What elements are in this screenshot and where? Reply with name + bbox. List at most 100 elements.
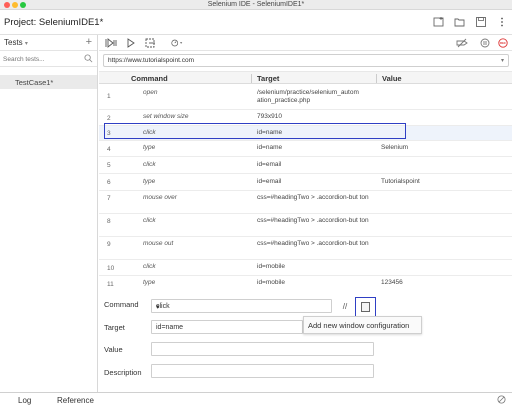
- command-input[interactable]: click ▾: [151, 299, 332, 313]
- table-row[interactable]: 8 click css=#headingTwo > .accordion-but…: [99, 214, 512, 237]
- table-row[interactable]: 4 type id=name Selenium: [99, 141, 512, 157]
- chevron-down-icon[interactable]: ▾: [501, 57, 504, 64]
- row-target: css=#headingTwo > .accordion-but ton: [257, 217, 369, 224]
- row-number: 11: [107, 281, 114, 288]
- command-label: Command: [104, 300, 139, 309]
- row-number: 2: [107, 115, 111, 122]
- app-header: Project: SeleniumIDE1*: [0, 10, 512, 35]
- save-project-icon[interactable]: [475, 16, 487, 28]
- open-project-icon[interactable]: [454, 16, 466, 28]
- chevron-down-icon: ▾: [24, 41, 28, 47]
- description-label: Description: [104, 368, 142, 377]
- clear-log-icon[interactable]: [497, 395, 506, 404]
- tests-header: Tests ▾ +: [0, 35, 97, 51]
- row-command: mouse over: [143, 194, 177, 201]
- table-row[interactable]: 5 click id=email: [99, 157, 512, 174]
- window-title: Selenium IDE - SeleniumIDE1*: [207, 1, 305, 8]
- svg-text:REC: REC: [500, 41, 506, 45]
- tests-dropdown[interactable]: Tests ▾: [4, 38, 28, 47]
- search-icon: [84, 54, 93, 63]
- speed-icon[interactable]: [171, 38, 183, 48]
- tests-dropdown-label: Tests: [4, 38, 23, 47]
- bottom-panel-tabs: Log Reference: [0, 392, 512, 406]
- row-target: id=mobile: [257, 263, 286, 270]
- column-header-value: Value: [382, 74, 402, 83]
- table-row[interactable]: 6 type id=email Tutorialspoint: [99, 174, 512, 191]
- column-divider: [251, 74, 252, 83]
- row-target: 793x910: [257, 113, 282, 120]
- row-target: id=name: [257, 144, 283, 151]
- row-value: Selenium: [381, 144, 409, 151]
- table-row[interactable]: 11 type id=mobile 123456: [99, 276, 512, 288]
- add-test-button[interactable]: +: [86, 36, 92, 48]
- value-label: Value: [104, 345, 123, 354]
- row-command: type: [143, 178, 156, 185]
- search-tests-input[interactable]: [3, 54, 81, 64]
- table-row[interactable]: 1 open /selenium/practice/selenium_autom…: [99, 85, 512, 110]
- tab-reference[interactable]: Reference: [57, 396, 94, 405]
- more-vert-icon[interactable]: [496, 16, 508, 28]
- run-icon[interactable]: [125, 38, 137, 48]
- tab-log[interactable]: Log: [18, 396, 31, 405]
- table-row[interactable]: 9 mouse out css=#headingTwo > .accordion…: [99, 237, 512, 260]
- pause-icon[interactable]: [479, 38, 491, 48]
- test-case-item[interactable]: TestCase1*: [0, 75, 97, 89]
- row-command: type: [143, 144, 156, 151]
- base-url-field[interactable]: https://www.tutorialspoint.com ▾: [103, 54, 509, 67]
- row-number: 9: [107, 241, 111, 248]
- row-command: set window size: [143, 113, 189, 120]
- window-config-icon: [361, 302, 370, 312]
- row-target: /selenium/practice/selenium_autom ation_…: [257, 89, 359, 104]
- row-number: 10: [107, 265, 115, 272]
- run-all-icon[interactable]: [105, 38, 117, 48]
- comment-toggle-button[interactable]: //: [339, 301, 351, 313]
- new-window-config-button[interactable]: [355, 297, 376, 317]
- table-row[interactable]: 7 mouse over css=#headingTwo > .accordio…: [99, 191, 512, 214]
- test-search: [0, 51, 97, 67]
- row-number: 1: [107, 93, 111, 100]
- project-name[interactable]: SeleniumIDE1*: [39, 17, 103, 28]
- new-project-icon[interactable]: [433, 16, 445, 28]
- row-target: id=mobile: [257, 279, 286, 286]
- column-divider: [376, 74, 377, 83]
- row-target: css=#headingTwo > .accordion-but ton: [257, 240, 369, 247]
- table-header: Command Target Value: [99, 71, 512, 84]
- disable-breakpoints-icon[interactable]: [456, 38, 468, 48]
- row-command: mouse out: [143, 240, 174, 247]
- base-url-value: https://www.tutorialspoint.com: [108, 57, 194, 64]
- description-input[interactable]: [151, 364, 374, 378]
- test-case-label: TestCase1*: [15, 78, 54, 87]
- target-input[interactable]: id=name: [151, 320, 303, 334]
- row-command: type: [143, 279, 156, 286]
- record-icon[interactable]: REC: [497, 38, 509, 48]
- row-number: 5: [107, 162, 111, 169]
- tooltip-text: Add new window configuration: [308, 321, 410, 330]
- row-value: 123456: [381, 279, 403, 286]
- row-value: Tutorialspoint: [381, 178, 420, 185]
- commands-table: Command Target Value 1 open /selenium/pr…: [99, 71, 512, 288]
- header-icons: [433, 16, 508, 28]
- row-number: 7: [107, 195, 111, 202]
- value-input[interactable]: [151, 342, 374, 356]
- tooltip: Add new window configuration: [303, 316, 422, 334]
- selected-row-highlight: [104, 123, 406, 139]
- table-row[interactable]: 10 click id=mobile: [99, 260, 512, 276]
- window-titlebar: Selenium IDE - SeleniumIDE1*: [0, 0, 512, 10]
- target-label: Target: [104, 323, 125, 332]
- row-command: open: [143, 89, 158, 96]
- playback-toolbar: REC: [99, 35, 512, 51]
- column-header-target: Target: [257, 74, 280, 83]
- row-number: 6: [107, 179, 111, 186]
- step-icon[interactable]: [145, 38, 157, 48]
- row-target: css=#headingTwo > .accordion-but ton: [257, 194, 369, 201]
- row-command: click: [143, 161, 156, 168]
- row-command: click: [143, 263, 156, 270]
- target-value: id=name: [156, 324, 184, 331]
- chevron-down-icon[interactable]: ▾: [156, 303, 328, 311]
- project-label: Project:: [4, 17, 37, 28]
- row-target: id=email: [257, 161, 282, 168]
- row-number: 4: [107, 146, 111, 153]
- project-title: Project: SeleniumIDE1*: [4, 17, 103, 28]
- row-command: click: [143, 217, 156, 224]
- tests-sidebar: Tests ▾ + TestCase1*: [0, 35, 98, 392]
